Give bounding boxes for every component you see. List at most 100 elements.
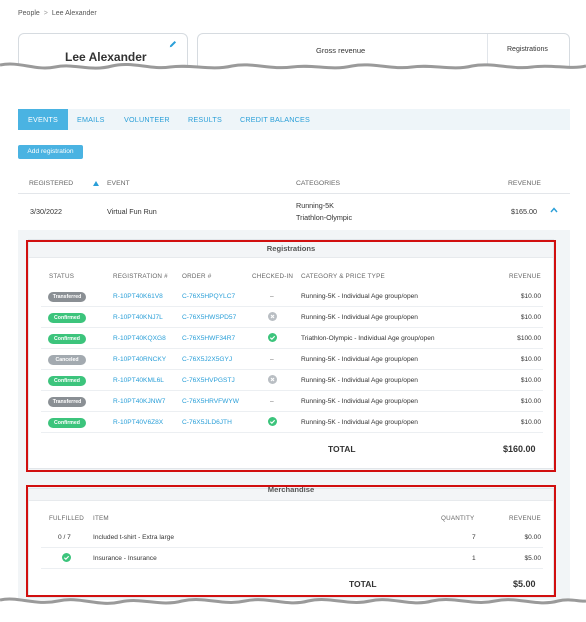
- col-quantity: QUANTITY: [441, 515, 475, 522]
- registration-number-link[interactable]: R-10PT40K61V8: [113, 293, 163, 300]
- torn-edge-top: [0, 62, 586, 83]
- event-date: 3/30/2022: [30, 207, 62, 216]
- tab-volunteer[interactable]: VOLUNTEER: [124, 109, 170, 130]
- table-row: Confirmed R-10PT40V6Z8X C-76X5JLD6JTH Runni…: [41, 412, 543, 433]
- tab-emails[interactable]: EMAILS: [77, 109, 105, 130]
- col-revenue: REVENUE: [508, 180, 541, 187]
- category-price-type: Running-5K - Individual Age group/open: [301, 398, 418, 405]
- breadcrumb-separator: >: [43, 10, 48, 17]
- not-checked-in-x-icon[interactable]: [268, 375, 277, 384]
- not-checked-in-x-icon[interactable]: [268, 312, 277, 321]
- fulfilled-count: 0 / 7: [58, 534, 71, 541]
- merchandise-item: Included t-shirt - Extra large: [93, 534, 174, 541]
- total-label: TOTAL: [328, 444, 356, 454]
- status-badge: Confirmed: [48, 312, 86, 323]
- col-revenue: REVENUE: [509, 515, 541, 522]
- registration-number-link[interactable]: R-10PT40KJNW7: [113, 398, 165, 405]
- tab-credit-balances[interactable]: CREDIT BALANCES: [240, 109, 310, 130]
- profile-tabs: EVENTS EMAILS VOLUNTEER RESULTS CREDIT B…: [18, 109, 570, 130]
- checked-in-empty: –: [270, 356, 274, 363]
- category-price-type: Running-5K - Individual Age group/open: [301, 377, 418, 384]
- order-number-link[interactable]: C-76X5JLD6JTH: [182, 419, 232, 426]
- merchandise-section: Merchandise FULFILLED ITEM QUANTITY REVE…: [28, 485, 554, 598]
- status-badge: Canceled: [48, 354, 86, 365]
- registrations-section: Registrations STATUS REGISTRATION # ORDE…: [28, 239, 554, 469]
- event-revenue: $165.00: [511, 207, 537, 216]
- registrations-title: Registrations: [266, 244, 316, 253]
- status-badge: Confirmed: [48, 333, 86, 344]
- col-fulfilled: FULFILLED: [49, 515, 85, 522]
- row-revenue: $10.00: [520, 377, 541, 384]
- event-category: Running-5K: [296, 201, 334, 210]
- merchandise-title: Merchandise: [267, 485, 315, 494]
- gross-revenue-label: Gross revenue: [316, 46, 366, 55]
- table-row: Confirmed R-10PT40KQXG8 C-76X5HWF34R7 Triat…: [41, 328, 543, 349]
- event-category: Triathlon-Olympic: [296, 213, 353, 222]
- event-row[interactable]: 3/30/2022 Virtual Fun Run Running-5K Tri…: [18, 194, 570, 228]
- tab-events[interactable]: EVENTS: [18, 109, 68, 130]
- add-registration-button[interactable]: Add registration: [18, 145, 83, 159]
- tab-results[interactable]: RESULTS: [188, 109, 222, 130]
- col-status: STATUS: [49, 273, 75, 280]
- row-revenue: $5.00: [524, 555, 541, 562]
- breadcrumb-current: Lee Alexander: [51, 10, 97, 17]
- category-price-type: Running-5K - Individual Age group/open: [301, 356, 418, 363]
- col-checked-in: CHECKED-IN: [252, 273, 294, 280]
- order-number-link[interactable]: C-76X5HRVFWYW: [182, 398, 239, 405]
- row-revenue: $10.00: [520, 293, 541, 300]
- table-row: Confirmed R-10PT40KNJ7L C-76X5HWSPD57 Runni…: [41, 307, 543, 328]
- order-number-link[interactable]: C-76X5HPQYLC7: [182, 293, 235, 300]
- checked-in-empty: –: [270, 398, 274, 405]
- registration-number-link[interactable]: R-10PT40V6Z8X: [113, 419, 163, 426]
- status-badge: Transferred: [48, 291, 86, 302]
- table-row: 0 / 7 Included t-shirt - Extra large 7 $0.0…: [41, 527, 543, 548]
- event-name: Virtual Fun Run: [107, 207, 157, 216]
- table-row: Confirmed R-10PT40KML6L C-76X5HVPGSTJ Runni…: [41, 370, 543, 391]
- registration-number-link[interactable]: R-10PT40KML6L: [113, 377, 164, 384]
- registration-number-link[interactable]: R-10PT40KQXG8: [113, 335, 166, 342]
- status-badge: Confirmed: [48, 375, 86, 386]
- order-number-link[interactable]: C-76X5HWF34R7: [182, 335, 235, 342]
- table-row: Transferred R-10PT40K61V8 C-76X5HPQYLC7 – Ru…: [41, 286, 543, 307]
- checked-in-check-icon[interactable]: [268, 417, 277, 426]
- row-revenue: $10.00: [520, 398, 541, 405]
- col-item: ITEM: [93, 515, 109, 522]
- col-registered[interactable]: REGISTERED: [29, 180, 73, 187]
- category-price-type: Running-5K - Individual Age group/open: [301, 419, 418, 426]
- row-revenue: $0.00: [524, 534, 541, 541]
- torn-edge-bottom: [0, 597, 586, 622]
- category-price-type: Running-5K - Individual Age group/open: [301, 293, 418, 300]
- col-revenue: REVENUE: [509, 273, 541, 280]
- registration-number-link[interactable]: R-10PT40KNJ7L: [113, 314, 163, 321]
- chevron-up-icon[interactable]: [550, 207, 558, 213]
- breadcrumb-people-link[interactable]: People: [18, 10, 40, 17]
- col-category-price: CATEGORY & PRICE TYPE: [301, 273, 385, 280]
- merchandise-quantity: 1: [472, 555, 476, 562]
- pencil-icon[interactable]: [169, 40, 177, 48]
- registrations-label: Registrations: [507, 46, 548, 53]
- fulfilled-check-icon: [62, 553, 71, 562]
- status-badge: Transferred: [48, 396, 86, 407]
- col-order-number: ORDER #: [182, 273, 212, 280]
- table-row: Transferred R-10PT40KJNW7 C-76X5HRVFWYW – Ru…: [41, 391, 543, 412]
- checked-in-check-icon[interactable]: [268, 333, 277, 342]
- breadcrumb: People > Lee Alexander: [18, 10, 97, 17]
- row-revenue: $100.00: [517, 335, 541, 342]
- events-table-header: REGISTERED EVENT CATEGORIES REVENUE: [18, 176, 570, 194]
- table-row: Insurance - Insurance 1 $5.00: [41, 548, 543, 569]
- registration-number-link[interactable]: R-10PT40RNCKY: [113, 356, 166, 363]
- table-row: Canceled R-10PT40RNCKY C-76X5J2X5GYJ – Runni…: [41, 349, 543, 370]
- sort-ascending-icon[interactable]: [93, 181, 99, 186]
- order-number-link[interactable]: C-76X5J2X5GYJ: [182, 356, 232, 363]
- checked-in-empty: –: [270, 293, 274, 300]
- category-price-type: Running-5K - Individual Age group/open: [301, 314, 418, 321]
- col-registration-number: REGISTRATION #: [113, 273, 168, 280]
- merchandise-quantity: 7: [472, 534, 476, 541]
- merchandise-item: Insurance - Insurance: [93, 555, 157, 562]
- total-value: $160.00: [503, 444, 536, 454]
- col-event[interactable]: EVENT: [107, 180, 130, 187]
- order-number-link[interactable]: C-76X5HWSPD57: [182, 314, 236, 321]
- row-revenue: $10.00: [520, 419, 541, 426]
- row-revenue: $10.00: [520, 314, 541, 321]
- order-number-link[interactable]: C-76X5HVPGSTJ: [182, 377, 235, 384]
